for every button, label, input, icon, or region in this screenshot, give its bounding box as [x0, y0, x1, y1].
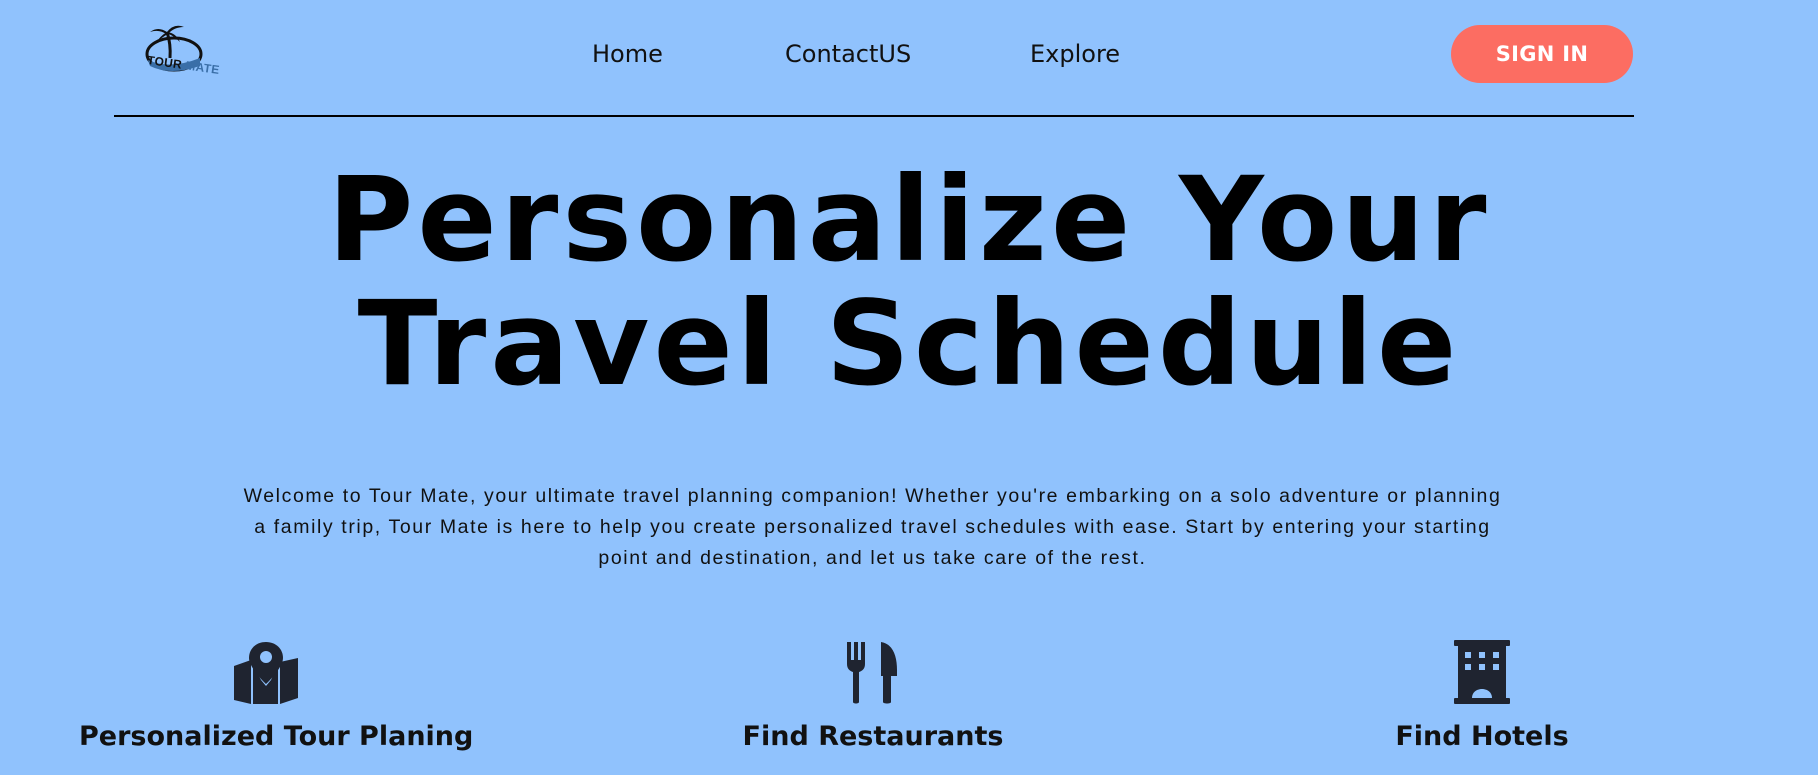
- hero-title-line1: Personalize Your: [327, 151, 1491, 288]
- feature-title-hotels: Find Hotels: [1395, 721, 1569, 752]
- utensils-icon: [847, 642, 897, 704]
- header-divider: [114, 115, 1634, 117]
- hero-title-line2: Travel Schedule: [357, 275, 1461, 412]
- map-location-icon: [234, 642, 298, 704]
- hero-title: Personalize Your Travel Schedule: [0, 158, 1818, 406]
- nav-contactus-link[interactable]: ContactUS: [785, 40, 911, 68]
- feature-title-restaurants: Find Restaurants: [742, 721, 1004, 752]
- hero-intro-text: Welcome to Tour Mate, your ultimate trav…: [243, 485, 1502, 569]
- feature-title-tour-planning: Personalized Tour Planing: [79, 721, 474, 752]
- nav-explore-link[interactable]: Explore: [1030, 40, 1120, 68]
- sign-in-button[interactable]: SIGN IN: [1451, 25, 1633, 83]
- nav-home-link[interactable]: Home: [592, 40, 663, 68]
- hotel-icon: [1454, 640, 1510, 704]
